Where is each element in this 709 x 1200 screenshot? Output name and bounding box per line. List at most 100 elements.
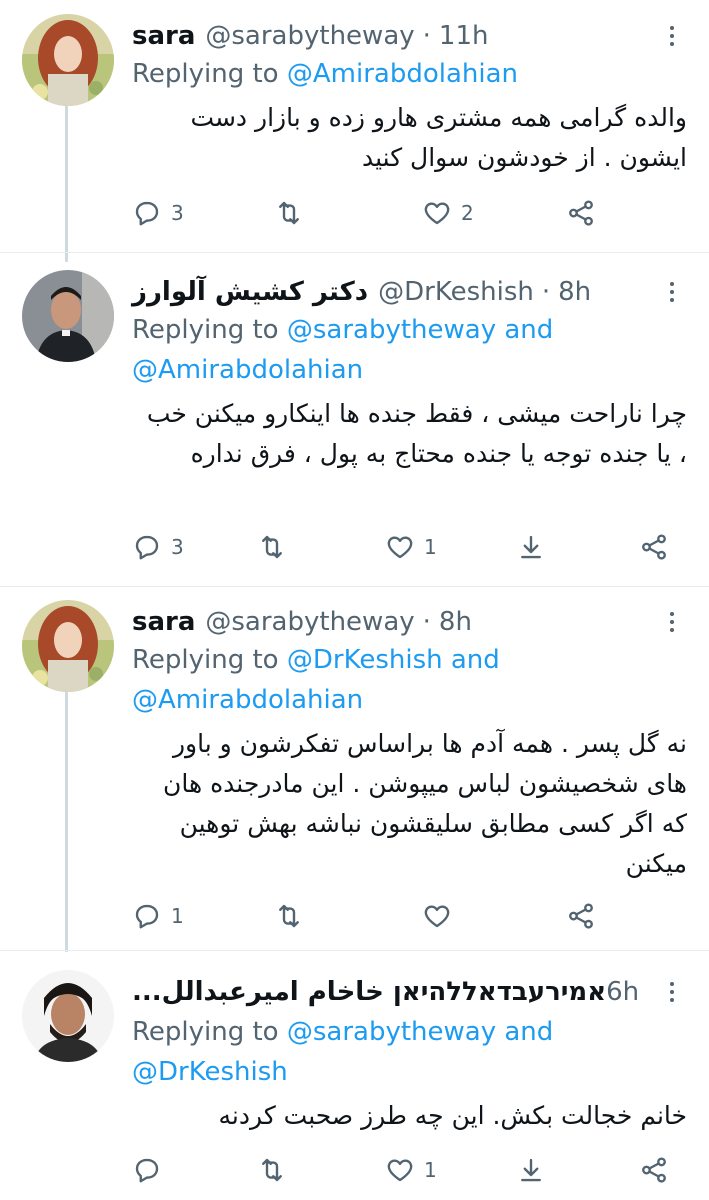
tweet-actions: 3 2 bbox=[132, 191, 687, 235]
share-button[interactable] bbox=[639, 525, 669, 569]
retweet-button[interactable] bbox=[257, 525, 287, 569]
share-icon bbox=[642, 1157, 666, 1183]
tweet-text: چرا ناراحت میشی ، فقط جنده ها اینکارو می… bbox=[146, 399, 687, 468]
user-handle[interactable]: @sarabytheway bbox=[205, 607, 414, 637]
dot-separator: · bbox=[422, 21, 431, 51]
retweet-icon bbox=[262, 535, 282, 559]
timestamp[interactable]: 8h bbox=[558, 277, 591, 307]
share-icon bbox=[569, 903, 593, 929]
reply-icon bbox=[135, 201, 159, 226]
replying-prefix: Replying to bbox=[132, 59, 279, 89]
like-count: 1 bbox=[424, 1158, 437, 1182]
tweet-divider bbox=[0, 586, 709, 587]
replying-to: Replying to @DrKeshish and @Amirabdolahi… bbox=[132, 640, 652, 720]
tweet-header: sara @sarabytheway · 11h bbox=[132, 14, 649, 58]
download-icon bbox=[521, 535, 541, 559]
tweet-header: אמירעבדאללהיאן خاخام امیرعبدالل... 6h bbox=[132, 970, 649, 1014]
reply-icon bbox=[135, 904, 159, 929]
more-icon[interactable] bbox=[657, 282, 687, 302]
download-button[interactable] bbox=[516, 525, 546, 569]
like-icon bbox=[424, 202, 450, 225]
retweet-button[interactable] bbox=[274, 894, 304, 938]
replying-prefix: Replying to bbox=[132, 645, 279, 675]
replying-joiner: and bbox=[450, 645, 500, 675]
like-icon bbox=[424, 905, 450, 928]
like-count: 2 bbox=[461, 201, 474, 225]
reply-count: 3 bbox=[171, 535, 184, 559]
display-name[interactable]: sara bbox=[132, 21, 195, 51]
reply-button[interactable] bbox=[132, 1148, 171, 1192]
tweet[interactable]: sara @sarabytheway · 11h Replying to @Am… bbox=[0, 14, 709, 244]
share-button[interactable] bbox=[566, 894, 596, 938]
more-icon[interactable] bbox=[657, 982, 687, 1002]
replying-prefix: Replying to bbox=[132, 315, 279, 345]
tweet-actions: 1 bbox=[132, 894, 687, 938]
share-button[interactable] bbox=[566, 191, 596, 235]
mention-link[interactable]: @DrKeshish bbox=[132, 1057, 288, 1087]
dot-separator: · bbox=[541, 277, 551, 307]
tweet[interactable]: دکتر کشیش آلوارز @DrKeshish · 8h Replyin… bbox=[0, 270, 709, 580]
like-count: 1 bbox=[424, 535, 437, 559]
avatar-sara[interactable] bbox=[22, 600, 114, 692]
user-handle[interactable]: @DrKeshish bbox=[378, 277, 534, 307]
user-handle[interactable]: @sarabytheway bbox=[205, 21, 414, 51]
mention-link[interactable]: @sarabytheway bbox=[287, 1017, 496, 1047]
tweet[interactable]: אמירעבדאללהיאן خاخام امیرعبدالل... 6h Re… bbox=[0, 970, 709, 1190]
display-name[interactable]: sara bbox=[132, 607, 195, 637]
like-button[interactable]: 2 bbox=[422, 191, 474, 235]
tweet-header: دکتر کشیش آلوارز @DrKeshish · 8h bbox=[132, 270, 649, 314]
share-icon bbox=[569, 200, 593, 226]
share-icon bbox=[642, 534, 666, 560]
display-name[interactable]: אמירעבדאללהיאן خاخام امیرعبدالل... bbox=[132, 977, 606, 1007]
mention-link[interactable]: @Amirabdolahian bbox=[287, 59, 518, 89]
replying-joiner: and bbox=[504, 315, 554, 345]
download-icon bbox=[521, 1158, 541, 1182]
replying-joiner: and bbox=[504, 1017, 554, 1047]
like-icon bbox=[387, 536, 413, 559]
download-button[interactable] bbox=[516, 1148, 546, 1192]
like-button[interactable]: 1 bbox=[385, 1148, 437, 1192]
share-button[interactable] bbox=[639, 1148, 669, 1192]
display-name[interactable]: دکتر کشیش آلوارز bbox=[132, 277, 368, 307]
avatar-sara[interactable] bbox=[22, 14, 114, 106]
timestamp[interactable]: 6h bbox=[606, 977, 639, 1007]
replying-to: Replying to @Amirabdolahian bbox=[132, 54, 652, 94]
mention-link[interactable]: @sarabytheway bbox=[287, 315, 496, 345]
like-icon bbox=[387, 1159, 413, 1182]
tweet-text: نه گل پسر . همه آدم ها براساس تفکرشون و … bbox=[162, 729, 687, 878]
more-icon[interactable] bbox=[657, 26, 687, 46]
like-button[interactable] bbox=[422, 894, 461, 938]
retweet-icon bbox=[279, 904, 299, 928]
timestamp[interactable]: 8h bbox=[439, 607, 472, 637]
timestamp[interactable]: 11h bbox=[439, 21, 489, 51]
tweet-actions: 1 bbox=[132, 1148, 687, 1192]
tweet-actions: 3 1 bbox=[132, 525, 687, 569]
reply-count: 3 bbox=[171, 201, 184, 225]
reply-button[interactable]: 1 bbox=[132, 894, 184, 938]
tweet-text: والده گرامی همه مشتری هارو زده و بازار د… bbox=[190, 103, 687, 172]
retweet-button[interactable] bbox=[257, 1148, 287, 1192]
mention-link[interactable]: @Amirabdolahian bbox=[132, 355, 363, 385]
mention-link[interactable]: @DrKeshish bbox=[287, 645, 443, 675]
tweet-text: خانم خجالت بکش. این چه طرز صحبت کردنه bbox=[218, 1101, 687, 1130]
replying-to: Replying to @sarabytheway and @Amirabdol… bbox=[132, 310, 652, 390]
reply-count: 1 bbox=[171, 904, 184, 928]
tweet-divider bbox=[0, 950, 709, 951]
tweet-divider bbox=[0, 252, 709, 253]
reply-icon bbox=[135, 535, 159, 560]
reply-button[interactable]: 3 bbox=[132, 191, 184, 235]
retweet-icon bbox=[262, 1158, 282, 1182]
avatar-amir[interactable] bbox=[22, 970, 114, 1062]
tweet[interactable]: sara @sarabytheway · 8h Replying to @DrK… bbox=[0, 600, 709, 940]
dot-separator: · bbox=[422, 607, 431, 637]
replying-prefix: Replying to bbox=[132, 1017, 279, 1047]
reply-icon bbox=[135, 1158, 159, 1183]
reply-button[interactable]: 3 bbox=[132, 525, 184, 569]
avatar-drkeshish[interactable] bbox=[22, 270, 114, 362]
more-icon[interactable] bbox=[657, 612, 687, 632]
retweet-button[interactable] bbox=[274, 191, 304, 235]
like-button[interactable]: 1 bbox=[385, 525, 437, 569]
tweet-header: sara @sarabytheway · 8h bbox=[132, 600, 649, 644]
replying-to: Replying to @sarabytheway and @DrKeshish bbox=[132, 1012, 652, 1092]
mention-link[interactable]: @Amirabdolahian bbox=[132, 685, 363, 715]
